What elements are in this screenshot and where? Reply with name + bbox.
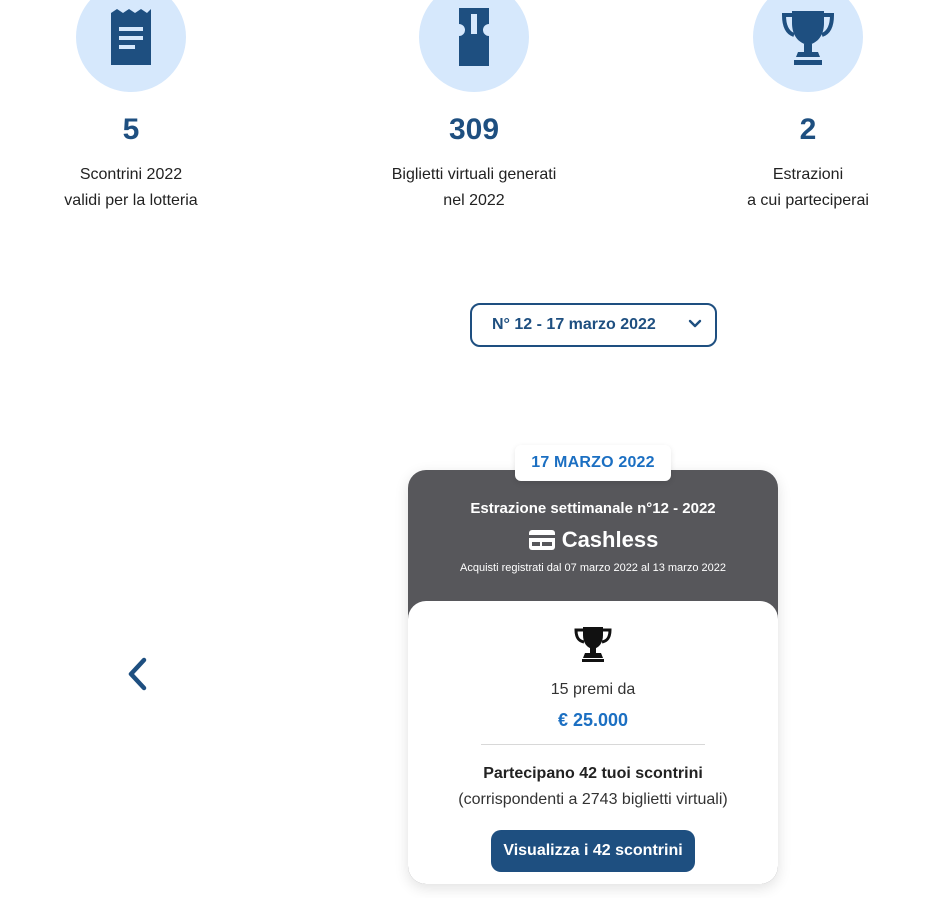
- corresponding-tickets: (corrispondenti a 2743 biglietti virtual…: [458, 791, 728, 808]
- draw-type: Cashless: [408, 526, 778, 554]
- participating-receipts: Partecipano 42 tuoi scontrini: [483, 765, 703, 782]
- stat-value: 5: [122, 113, 140, 146]
- stat-icon-circle: [76, 0, 186, 92]
- stat-label-line2: validi per la lotteria: [64, 192, 198, 209]
- stat-label: Biglietti virtuali generati nel 2022: [354, 162, 594, 214]
- trophy-icon: [574, 627, 612, 662]
- ticket-icon: [459, 8, 489, 66]
- draw-title: Estrazione settimanale n°12 - 2022: [470, 500, 716, 517]
- stat-label-line1: Scontrini 2022: [79, 166, 183, 183]
- credit-card-icon: [528, 530, 555, 550]
- stat-label-line2: a cui parteciperai: [747, 192, 869, 209]
- receipt-icon: [111, 9, 151, 65]
- view-receipts-button[interactable]: Visualizza i 42 scontrini: [491, 830, 695, 872]
- draw-type-label: Cashless: [561, 527, 659, 552]
- trophy-icon: [781, 11, 835, 65]
- stat-label-line1: Biglietti virtuali generati: [391, 166, 557, 183]
- stat-icon-circle: [419, 0, 529, 92]
- stat-value: 2: [799, 113, 817, 146]
- draw-card: Estrazione settimanale n°12 - 2022 Cashl…: [408, 470, 778, 884]
- stat-value: 309: [448, 113, 500, 146]
- chevron-down-icon: [688, 319, 702, 328]
- stat-draws: 2 Estrazioni a cui parteciperai: [688, 0, 928, 214]
- prizes-count: 15 premi da: [550, 681, 636, 698]
- stat-label-line1: Estrazioni: [772, 166, 844, 183]
- draw-select-value: N° 12 - 17 marzo 2022: [492, 316, 656, 333]
- stat-receipts: 5 Scontrini 2022 validi per la lotteria: [11, 0, 251, 214]
- stat-label: Scontrini 2022 validi per la lotteria: [11, 162, 251, 214]
- previous-arrow-icon[interactable]: [124, 656, 152, 692]
- stat-tickets: 309 Biglietti virtuali generati nel 2022: [354, 0, 594, 214]
- stat-label-line2: nel 2022: [443, 192, 505, 209]
- draw-period: Acquisti registrati dal 07 marzo 2022 al…: [460, 562, 726, 574]
- draw-card-header: Estrazione settimanale n°12 - 2022 Cashl…: [408, 498, 778, 576]
- stat-icon-circle: [753, 0, 863, 92]
- divider: [481, 744, 705, 745]
- draw-select[interactable]: N° 12 - 17 marzo 2022: [470, 303, 717, 347]
- draw-date-badge: 17 MARZO 2022: [515, 445, 671, 481]
- prize-amount: € 25.000: [557, 710, 629, 730]
- stat-label: Estrazioni a cui parteciperai: [688, 162, 928, 214]
- draw-card-body: 15 premi da € 25.000 Partecipano 42 tuoi…: [408, 601, 778, 884]
